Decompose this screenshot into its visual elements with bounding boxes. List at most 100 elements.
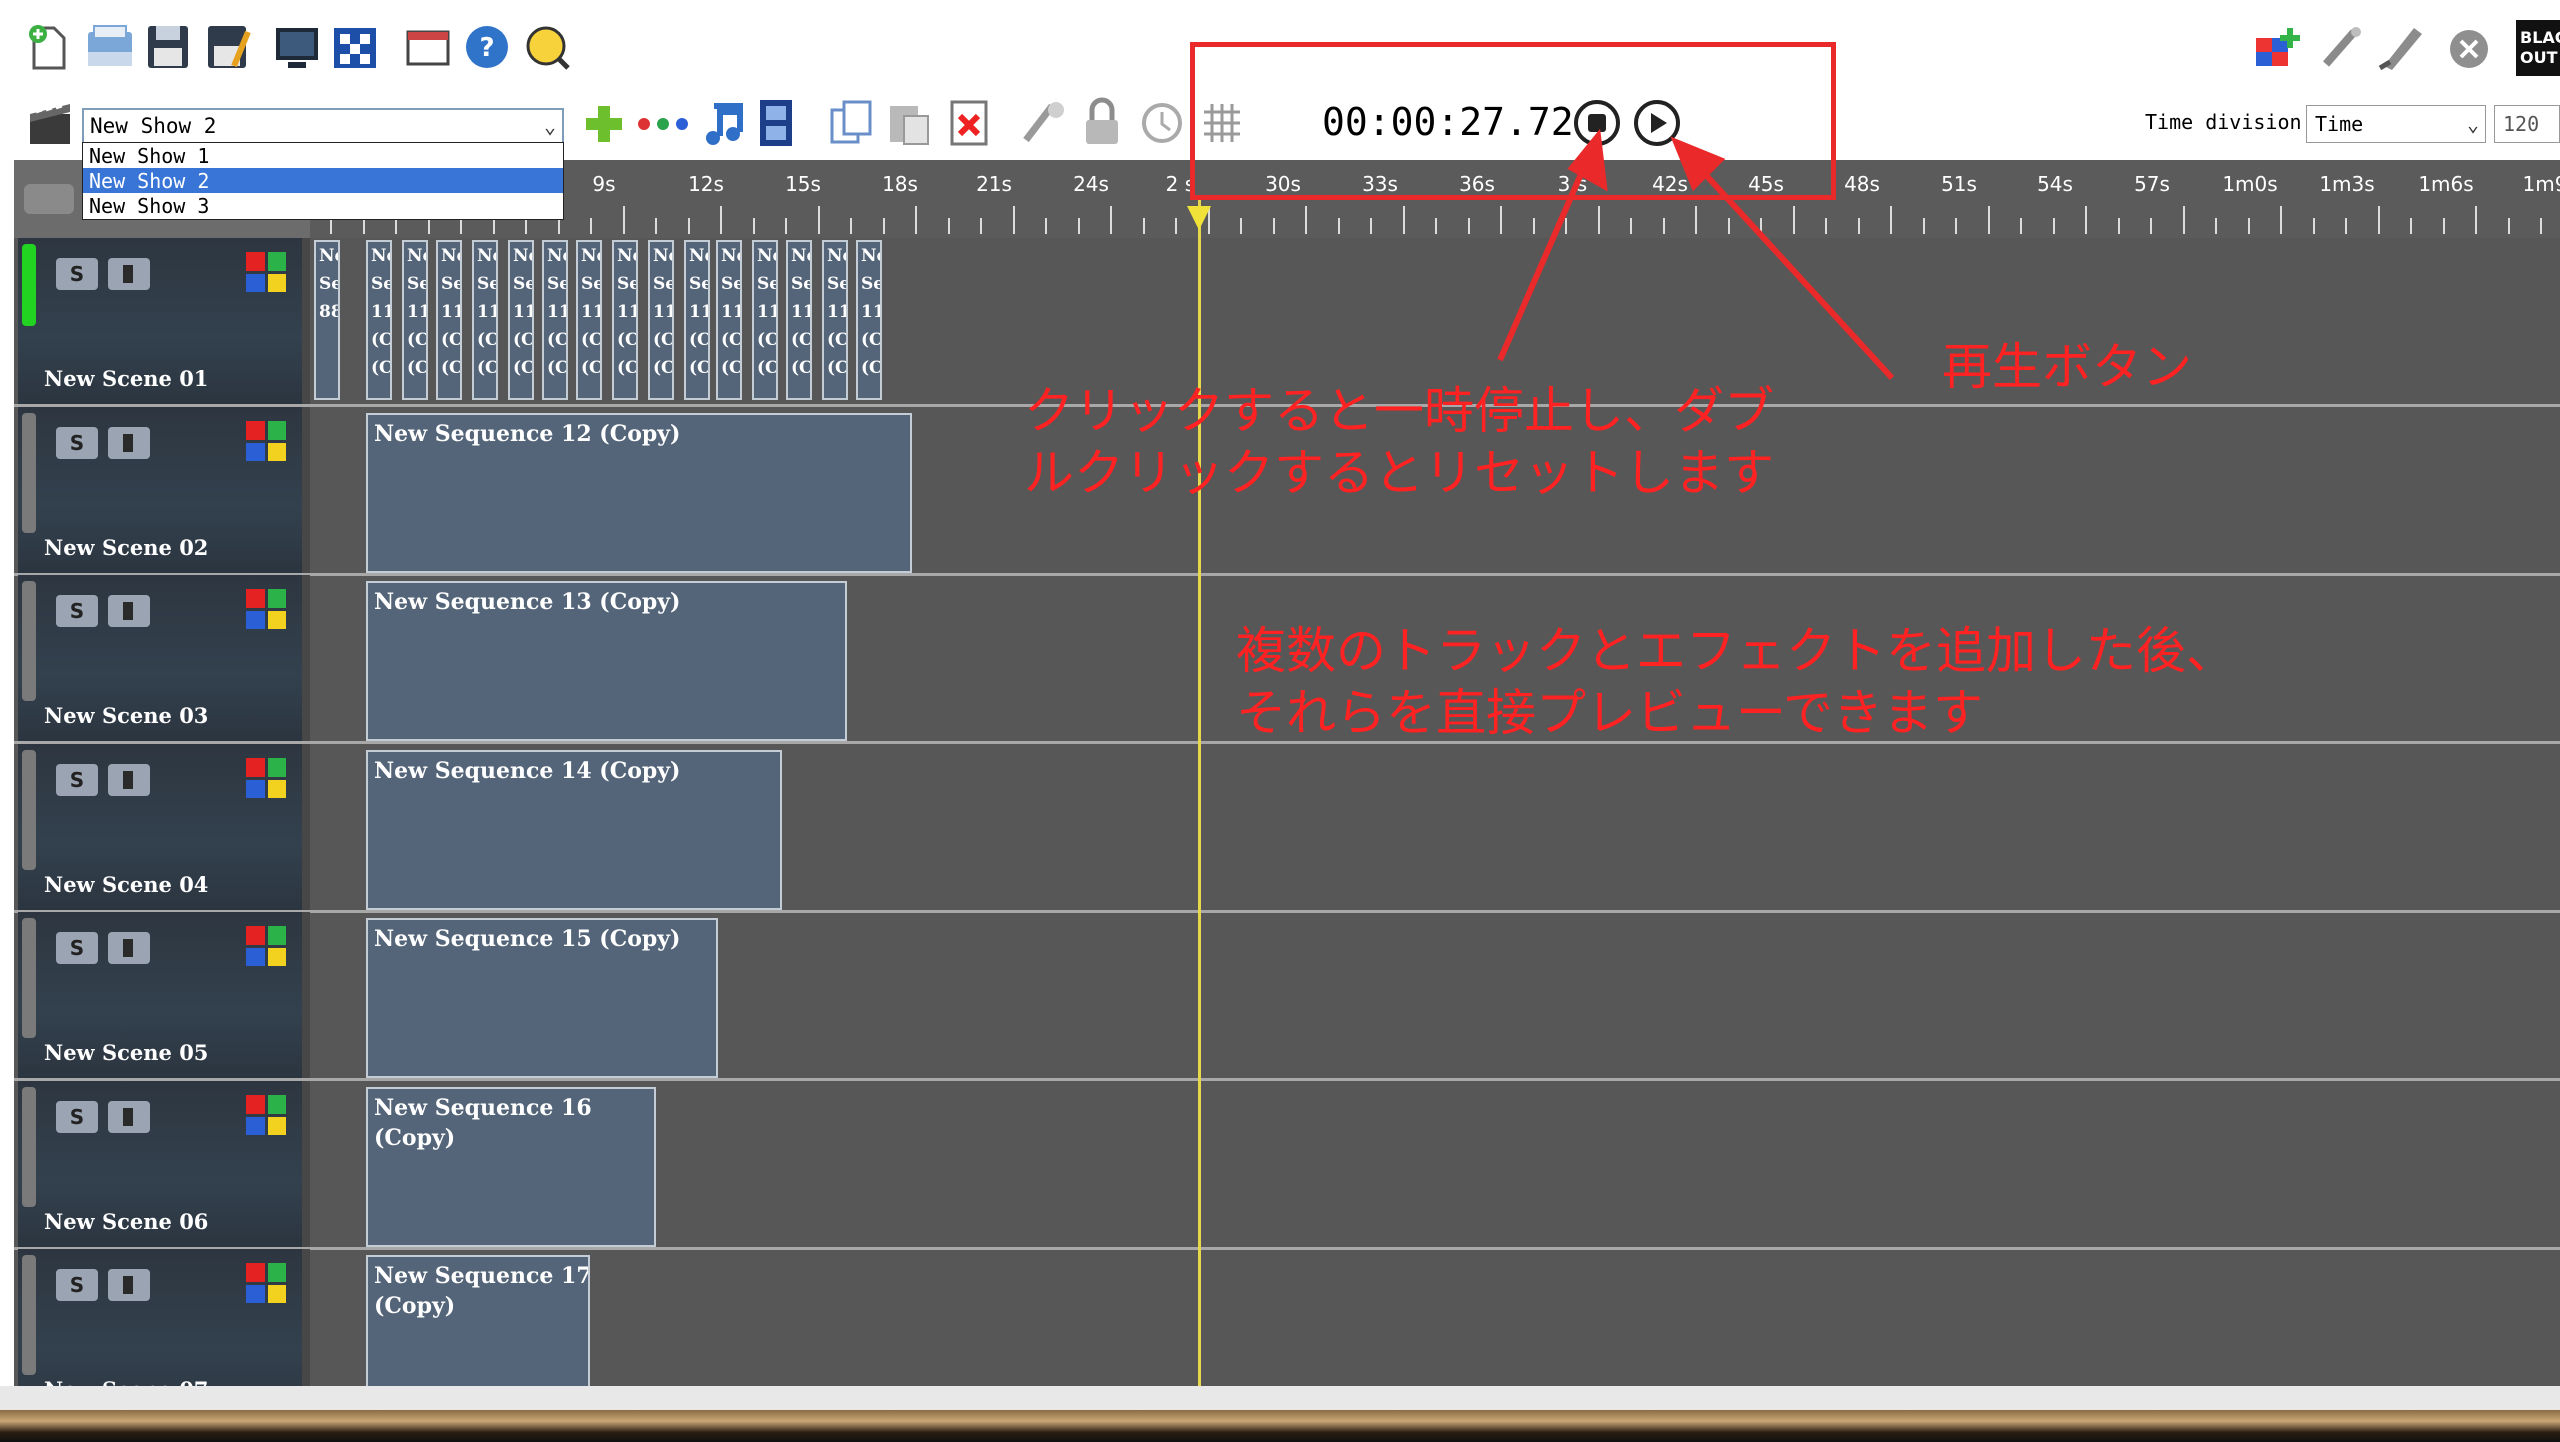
- sequence-clip-small[interactable]: Ne Se 11 (C (C: [856, 240, 882, 400]
- ruler-tick: [2085, 206, 2087, 234]
- color-grid-icon[interactable]: [246, 1095, 286, 1135]
- blackout-button[interactable]: BLAC OUT: [2516, 20, 2560, 76]
- brush-icon[interactable]: [2374, 22, 2426, 72]
- music-icon[interactable]: [700, 98, 744, 148]
- sequence-clip-small[interactable]: Ne Se 11 (C (C: [472, 240, 498, 400]
- solo-button[interactable]: S: [56, 595, 98, 627]
- save-as-icon[interactable]: [204, 22, 254, 72]
- time-division-value: Time: [2315, 112, 2364, 136]
- playhead-marker-icon[interactable]: [1187, 206, 1211, 230]
- sequence-clip-small[interactable]: Ne Se 11 (C (C: [612, 240, 638, 400]
- mute-button[interactable]: [108, 1269, 150, 1301]
- sequence-clip[interactable]: New Sequence 13 (Copy): [366, 581, 847, 741]
- copy-icon[interactable]: [828, 98, 874, 148]
- color-grid-icon[interactable]: [246, 758, 286, 798]
- solo-button[interactable]: S: [56, 258, 98, 290]
- playhead-line[interactable]: [1198, 200, 1201, 1386]
- add-color-icon[interactable]: [2254, 24, 2304, 72]
- track-header[interactable]: S New Scene 02: [18, 407, 302, 573]
- mute-button[interactable]: [108, 1101, 150, 1133]
- track-header[interactable]: S New Scene 06: [18, 1081, 302, 1247]
- sequence-clip-small[interactable]: Ne Se 11 (C (C: [648, 240, 674, 400]
- sequence-clip-small[interactable]: Ne Se 11 (C (C: [542, 240, 568, 400]
- solo-button[interactable]: S: [56, 1269, 98, 1301]
- save-icon[interactable]: [144, 22, 192, 72]
- sequence-clip[interactable]: New Sequence 14 (Copy): [366, 750, 782, 910]
- sequence-clip-small[interactable]: Ne Se 11 (C (C: [786, 240, 812, 400]
- track-header[interactable]: S New Scene 03: [18, 575, 302, 741]
- ruler-tick-label: 12s: [688, 172, 724, 196]
- show-option-2[interactable]: New Show 2: [83, 168, 563, 193]
- sequence-clip[interactable]: New Sequence 15 (Copy): [366, 918, 718, 1078]
- color-grid-icon[interactable]: [246, 926, 286, 966]
- track-header[interactable]: S New Scene 04: [18, 744, 302, 910]
- color-grid-icon[interactable]: [246, 421, 286, 461]
- ruler-tick: [2150, 218, 2152, 234]
- effect-wand-icon[interactable]: [2318, 24, 2366, 72]
- sequence-clip-small[interactable]: Ne Se 11 (C (C: [366, 240, 392, 400]
- show-option-3[interactable]: New Show 3: [83, 193, 563, 218]
- ruler-tick: [623, 206, 625, 234]
- time-division-select[interactable]: Time ⌄: [2306, 105, 2486, 143]
- sequence-clip-small[interactable]: Ne Se 11 (C (C: [822, 240, 848, 400]
- sequence-clip-small[interactable]: Ne Se 88: [314, 240, 340, 400]
- sequence-clip-small[interactable]: Ne Se 11 (C (C: [684, 240, 710, 400]
- fx-icon[interactable]: [1020, 100, 1068, 146]
- sequence-clip-small[interactable]: Ne Se 11 (C (C: [436, 240, 462, 400]
- time-division-number[interactable]: 120: [2494, 105, 2560, 143]
- show-option-1[interactable]: New Show 1: [83, 143, 563, 168]
- mute-button[interactable]: [108, 258, 150, 290]
- sequence-clip-small[interactable]: Ne Se 11 (C (C: [752, 240, 778, 400]
- solo-button[interactable]: S: [56, 1101, 98, 1133]
- show-select[interactable]: New Show 2 ⌄: [82, 108, 564, 144]
- sequence-clip-small[interactable]: Ne Se 11 (C (C: [576, 240, 602, 400]
- film-icon[interactable]: [756, 98, 796, 148]
- sequence-clip[interactable]: New Sequence 12 (Copy): [366, 413, 912, 573]
- sequence-clip-small[interactable]: Ne Se 11 (C (C: [716, 240, 742, 400]
- ruler-tick: [1013, 206, 1015, 234]
- track-header[interactable]: S New Scene 05: [18, 912, 302, 1078]
- annotation-highlight-box: [1190, 42, 1836, 200]
- sequence-clip-small[interactable]: Ne Se 11 (C (C: [402, 240, 428, 400]
- color-grid-icon[interactable]: [246, 252, 286, 292]
- clapperboard-icon[interactable]: [26, 98, 74, 148]
- mute-button[interactable]: [108, 595, 150, 627]
- paste-icon[interactable]: [886, 98, 932, 148]
- solo-button[interactable]: S: [56, 932, 98, 964]
- ruler-tick: [1988, 206, 1990, 234]
- ruler-tick: [1858, 218, 1860, 234]
- track-header[interactable]: S New Scene 01: [18, 238, 302, 404]
- open-icon[interactable]: [84, 22, 136, 72]
- close-circle-icon[interactable]: [2448, 28, 2490, 70]
- search-icon[interactable]: [522, 22, 572, 72]
- dmx-grid-icon[interactable]: [332, 26, 378, 70]
- delete-icon[interactable]: [948, 98, 992, 148]
- help-icon[interactable]: ?: [464, 24, 510, 70]
- track-gutter: [302, 407, 310, 573]
- ruler-tick-label: 15s: [785, 172, 821, 196]
- solo-button[interactable]: S: [56, 764, 98, 796]
- dots-icon[interactable]: [636, 112, 690, 136]
- color-grid-icon[interactable]: [246, 1263, 286, 1303]
- decorative-footer-band: [0, 1410, 2560, 1442]
- window-icon[interactable]: [406, 28, 450, 68]
- color-grid-icon[interactable]: [246, 589, 286, 629]
- add-plus-icon[interactable]: [580, 100, 628, 148]
- sequence-clip-small[interactable]: Ne Se 11 (C (C: [508, 240, 534, 400]
- mute-button[interactable]: [108, 764, 150, 796]
- ruler-tick-label: 2: [1165, 172, 1179, 196]
- solo-button[interactable]: S: [56, 427, 98, 459]
- ruler-tick: [558, 218, 560, 234]
- monitor-icon[interactable]: [274, 26, 320, 70]
- ruler-tick: [2475, 206, 2477, 234]
- mute-button[interactable]: [108, 932, 150, 964]
- show-select-value: New Show 2: [90, 114, 217, 138]
- lock-icon[interactable]: [1080, 96, 1124, 148]
- mute-button[interactable]: [108, 427, 150, 459]
- new-file-icon[interactable]: [24, 22, 72, 72]
- zoom-slider-handle[interactable]: [24, 184, 74, 214]
- clock-icon[interactable]: [1140, 100, 1184, 146]
- ruler-tick: [2540, 218, 2542, 234]
- ruler-tick: [1045, 218, 1047, 234]
- sequence-clip[interactable]: New Sequence 16 (Copy): [366, 1087, 656, 1247]
